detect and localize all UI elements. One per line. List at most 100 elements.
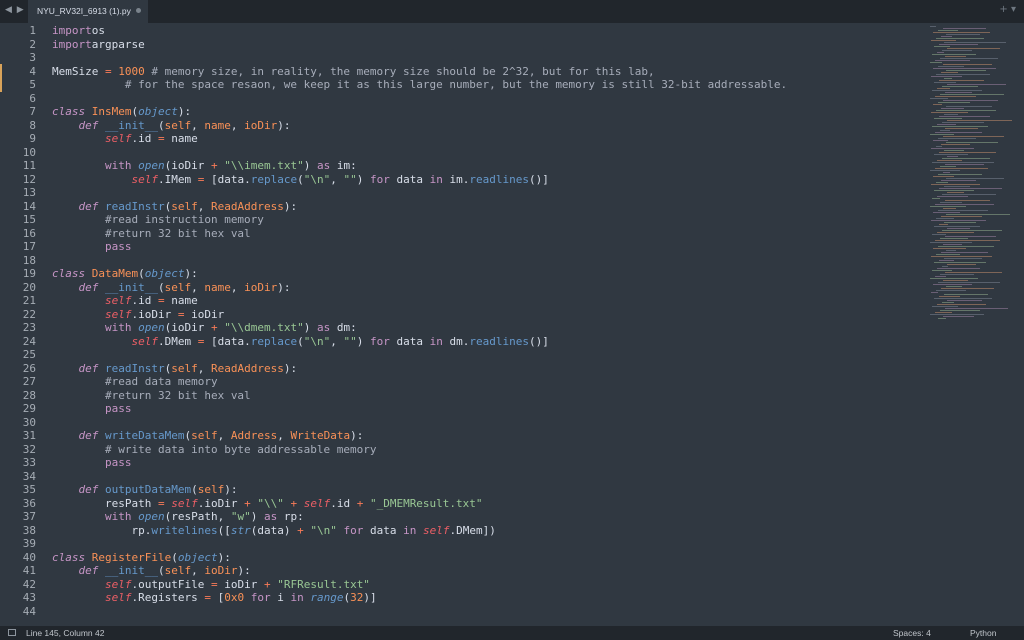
code-line[interactable]: # for the space resaon, we keep it as th… [52, 78, 920, 92]
code-line[interactable]: def __init__(self, name, ioDir): [52, 119, 920, 133]
code-token: self [151, 618, 178, 620]
code-line[interactable] [52, 605, 920, 619]
minimap-line [930, 170, 960, 171]
code-token: .ioDir [131, 307, 178, 321]
minimap-line [930, 278, 978, 279]
code-line[interactable]: rp.writelines([str(data) + "\n" for data… [52, 524, 920, 538]
code-token: .id [330, 496, 357, 510]
minimap-line [939, 224, 948, 225]
tab-modified-dot-icon[interactable] [136, 8, 141, 13]
code-line[interactable]: resPath = self.ioDir + "\\" + self.id + … [52, 497, 920, 511]
code-token: readRF [105, 618, 145, 620]
minimap-line [931, 40, 956, 41]
minimap-line [942, 194, 996, 195]
code-line[interactable]: class DataMem(object): [52, 267, 920, 281]
line-number: 41 [22, 564, 36, 577]
code-line[interactable]: self.ioDir = ioDir [52, 308, 920, 322]
code-line[interactable]: self.id = name [52, 132, 920, 146]
code-line[interactable] [52, 146, 920, 160]
code-line[interactable]: def __init__(self, name, ioDir): [52, 281, 920, 295]
code-line[interactable]: self.Registers = [0x0 for i in range(32)… [52, 591, 920, 605]
code-line[interactable] [52, 416, 920, 430]
code-line[interactable]: #read instruction memory [52, 213, 920, 227]
code-line[interactable]: self.outputFile = ioDir + "RFResult.txt" [52, 578, 920, 592]
code-token: Reg_addr [191, 618, 244, 620]
tab-actions-plus-dropdown-icon[interactable]: + ▾ [999, 4, 1016, 15]
code-line[interactable]: with open(ioDir + "\\dmem.txt") as dm: [52, 321, 920, 335]
code-token: i [277, 591, 291, 604]
minimap-line [932, 126, 988, 127]
code-line[interactable]: class InsMem(object): [52, 105, 920, 119]
code-token: data [396, 172, 430, 186]
minimap-line [937, 124, 956, 125]
indentation-setting[interactable]: Spaces: 4 [893, 628, 931, 638]
code-token: InsMem [91, 105, 132, 118]
code-token: "_DMEMResult.txt" [369, 496, 483, 510]
code-line[interactable] [52, 254, 920, 268]
code-token: replace [250, 334, 298, 348]
line-number: 27 [22, 375, 36, 388]
code-token: ( [157, 564, 165, 577]
code-token: self [197, 483, 225, 496]
code-line[interactable]: def readRF(self, Reg_addr): [52, 618, 920, 620]
code-line[interactable] [52, 51, 920, 65]
minimap-line [939, 152, 996, 153]
code-line[interactable]: self.IMem = [data.replace("\n", "") for … [52, 173, 920, 187]
code-line[interactable] [52, 537, 920, 551]
panel-toggle-icon[interactable] [8, 629, 16, 636]
code-line[interactable]: self.id = name [52, 294, 920, 308]
code-line[interactable] [52, 92, 920, 106]
minimap-line [935, 240, 1000, 241]
code-line[interactable] [52, 186, 920, 200]
code-line[interactable]: pass [52, 456, 920, 470]
code-token: .DMem [157, 334, 198, 348]
minimap-line [943, 136, 1004, 137]
code-token: readInstr [105, 199, 165, 213]
tab-active-file[interactable]: NYU_RV32I_6913 (1).py [28, 0, 148, 23]
minimap-line [932, 198, 940, 199]
code-line[interactable]: class RegisterFile(object): [52, 551, 920, 565]
line-number: 42 [22, 577, 36, 591]
minimap-line [938, 138, 976, 139]
code-token: ( [191, 483, 198, 496]
code-line[interactable]: importargparse [52, 38, 920, 52]
line-number: 2 [29, 37, 36, 51]
code-token: = [210, 577, 218, 591]
code-line[interactable]: #return 32 bit hex val [52, 227, 920, 241]
code-token: name [171, 294, 198, 307]
minimap-line [944, 42, 1006, 43]
code-line[interactable]: pass [52, 402, 920, 416]
syntax-selector[interactable]: Python [970, 628, 996, 638]
code-line[interactable]: def readInstr(self, ReadAddress): [52, 200, 920, 214]
line-number: 5 [29, 78, 36, 91]
code-line[interactable] [52, 470, 920, 484]
minimap-line [937, 160, 962, 161]
minimap-line [936, 74, 990, 75]
code-token: class [52, 267, 92, 280]
code-line[interactable]: def __init__(self, ioDir): [52, 564, 920, 578]
code-line[interactable]: # write data into byte addressable memor… [52, 443, 920, 457]
code-line[interactable]: def readInstr(self, ReadAddress): [52, 362, 920, 376]
code-line[interactable]: self.DMem = [data.replace("\n", "") for … [52, 335, 920, 349]
code-editor[interactable]: importos importargparse MemSize = 1000 # m… [52, 24, 920, 620]
code-line[interactable]: pass [52, 240, 920, 254]
minimap-line [943, 316, 974, 317]
code-line[interactable] [52, 348, 920, 362]
code-line[interactable]: MemSize = 1000 # memory size, in reality… [52, 65, 920, 79]
code-line[interactable]: #return 32 bit hex val [52, 389, 920, 403]
code-line[interactable]: #read data memory [52, 375, 920, 389]
minimap[interactable] [926, 24, 1020, 324]
code-token: as [263, 510, 278, 523]
cursor-position[interactable]: Line 145, Column 42 [26, 628, 104, 638]
code-line[interactable]: importos [52, 24, 920, 38]
code-token: (resPath, [164, 510, 231, 523]
code-line[interactable]: with open(ioDir + "\\imem.txt") as im: [52, 159, 920, 173]
tab-navigation-arrows[interactable]: ◀ ▶ [5, 5, 25, 15]
code-line[interactable]: with open(resPath, "w") as rp: [52, 510, 920, 524]
line-number: 18 [22, 253, 36, 267]
code-line[interactable]: def outputDataMem(self): [52, 483, 920, 497]
code-line[interactable]: def writeDataMem(self, Address, WriteDat… [52, 429, 920, 443]
